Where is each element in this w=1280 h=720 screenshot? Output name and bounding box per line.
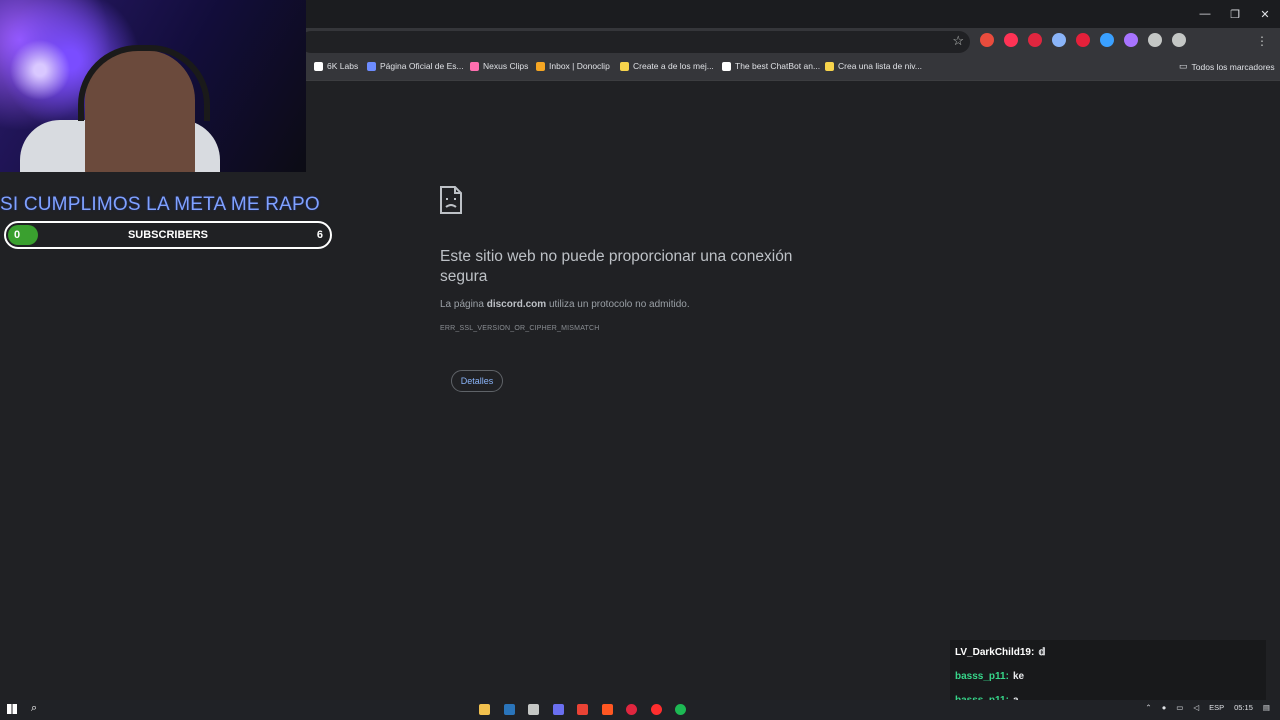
details-button[interactable]: Detalles — [451, 370, 503, 392]
extension-icon[interactable] — [1172, 33, 1186, 47]
all-bookmarks-folder[interactable]: ▭ Todos los marcadores — [1179, 61, 1275, 72]
chat-username: LV_DarkChild19: — [955, 646, 1035, 658]
taskbar-app-icon[interactable] — [601, 704, 613, 715]
error-code: ERR_SSL_VERSION_OR_CIPHER_MISMATCH — [440, 325, 600, 332]
donoclip-icon — [536, 61, 545, 71]
extension-icon[interactable] — [980, 33, 994, 47]
menu-icon[interactable]: ⋮ — [1256, 34, 1268, 48]
bookmark-pagina-oficial[interactable]: Página Oficial de Es... — [367, 61, 464, 71]
close-button[interactable]: ✕ — [1250, 0, 1280, 28]
taskbar-app-icon[interactable] — [552, 704, 564, 715]
chevron-up-icon[interactable]: ⌃ — [1145, 703, 1151, 712]
chat-message: basss_p11: ke — [950, 664, 1266, 688]
taskbar-app-icon[interactable] — [577, 704, 588, 715]
bookmark-6k-labs[interactable]: 6K Labs — [314, 61, 358, 71]
window-controls: — ❐ ✕ — [1190, 0, 1280, 28]
chat-text: ke — [1012, 670, 1025, 682]
subscriber-goal-bar: 0 SUBSCRIBERS 6 — [4, 221, 332, 249]
site-icon — [367, 61, 376, 71]
network-icon[interactable]: ▭ — [1176, 703, 1183, 712]
address-bar[interactable]: ☆ — [300, 31, 970, 53]
taskbar-app-icon[interactable] — [675, 704, 686, 715]
bookmark-donoclip[interactable]: Inbox | Donoclip — [536, 61, 610, 71]
extension-icons — [980, 33, 1186, 47]
volume-icon[interactable]: ◁ — [1193, 703, 1199, 712]
folder-icon: ▭ — [1179, 61, 1188, 71]
extension-icon[interactable] — [1052, 33, 1066, 47]
nexus-clips-icon — [470, 61, 479, 71]
webcam-feed — [0, 0, 306, 172]
goal-target: 6 — [316, 229, 323, 241]
extension-icon[interactable] — [1076, 33, 1090, 47]
bookmark-chatbot[interactable]: The best ChatBot an... — [722, 61, 820, 71]
error-detail: La página discord.com utiliza un protoco… — [440, 299, 690, 310]
language-indicator[interactable]: ESP — [1209, 703, 1224, 712]
taskbar-app-icon[interactable] — [503, 704, 515, 715]
search-icon[interactable]: ⌕ — [31, 702, 37, 715]
extension-icon[interactable] — [1148, 33, 1162, 47]
notifications-icon[interactable]: ▤ — [1263, 703, 1270, 712]
bookmark-star-icon[interactable]: ☆ — [952, 33, 964, 49]
error-domain: discord.com — [486, 299, 547, 310]
extension-icon[interactable] — [1124, 33, 1138, 47]
chat-text: 𝕕 — [1038, 646, 1046, 658]
extension-icon[interactable] — [1028, 33, 1042, 47]
goal-title: SI CUMPLIMOS LA META ME RAPO — [0, 194, 320, 215]
restore-button[interactable]: ❐ — [1220, 0, 1250, 28]
sad-document-icon — [440, 186, 462, 219]
taskbar-app-icon[interactable] — [528, 704, 539, 715]
chat-message: LV_DarkChild19: 𝕕 — [950, 640, 1266, 664]
extension-icon[interactable] — [1004, 33, 1018, 47]
taskbar-app-icon[interactable] — [479, 704, 490, 715]
create-icon — [620, 61, 629, 71]
extension-icon[interactable] — [1100, 33, 1114, 47]
minimize-button[interactable]: — — [1190, 0, 1220, 28]
windows-taskbar: ⌕ ⌃ ● ▭ ◁ ESP 05:15 ▤ — [0, 700, 1280, 720]
chat-username: basss_p11: — [955, 670, 1009, 682]
windows-start-icon[interactable] — [7, 704, 17, 714]
goal-label: SUBSCRIBERS — [127, 229, 209, 241]
clock[interactable]: 05:15 — [1234, 703, 1253, 712]
bookmark-tierlist[interactable]: Crea una lista de niv... — [825, 61, 922, 71]
6k-labs-icon — [314, 61, 323, 71]
error-heading: Este sitio web no puede proporcionar una… — [440, 248, 793, 285]
taskbar-app-icon[interactable] — [626, 704, 637, 715]
system-tray: ⌃ ● ▭ ◁ ESP 05:15 ▤ — [1145, 703, 1270, 712]
chatbot-icon — [722, 61, 731, 71]
headset-icon — [78, 45, 210, 121]
taskbar-app-icon[interactable] — [650, 704, 662, 715]
bookmark-create[interactable]: Create a de los mej... — [620, 61, 714, 71]
microphone-icon[interactable]: ● — [1162, 703, 1167, 712]
bookmark-nexus-clips[interactable]: Nexus Clips — [470, 61, 528, 71]
tierlist-icon — [825, 61, 834, 71]
